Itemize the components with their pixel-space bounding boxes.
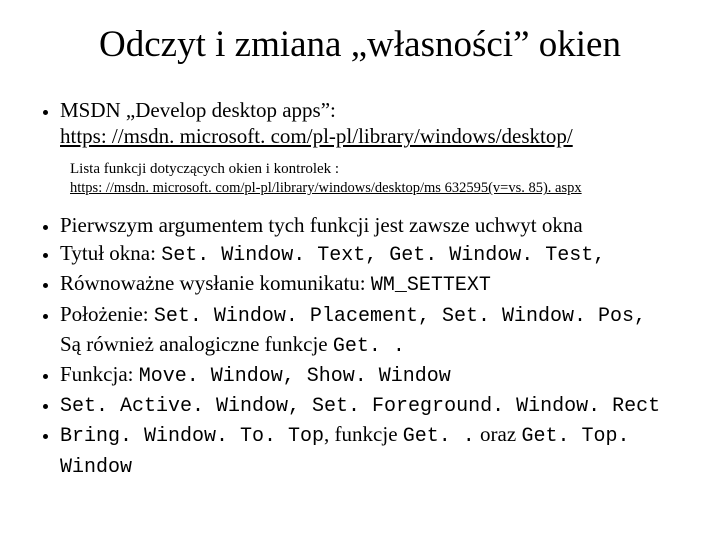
bullet-7-code2: Get. . xyxy=(403,425,475,448)
bullet-5-text: Funkcja: xyxy=(60,362,139,386)
bullet-7: Bring. Window. To. Top, funkcje Get. . o… xyxy=(60,420,686,480)
bullet-4-text2: Są również analogiczne funkcje xyxy=(60,332,333,356)
bullet-4-code2: Get. . xyxy=(333,335,405,358)
bullet-3: Równoważne wysłanie komunikatu: WM_SETTE… xyxy=(60,269,686,299)
bullet-1-text: Pierwszym argumentem tych funkcji jest z… xyxy=(60,213,583,237)
bullet-2: Tytuł okna: Set. Window. Text, Get. Wind… xyxy=(60,239,686,269)
bullet-7-code1: Bring. Window. To. Top xyxy=(60,425,324,448)
bullet-5: Funkcja: Move. Window, Show. Window xyxy=(60,360,686,390)
slide-title: Odczyt i zmiana „własności” okien xyxy=(34,24,686,67)
sub-url[interactable]: https: //msdn. microsoft. com/pl-pl/libr… xyxy=(70,180,582,196)
bullet-4: Położenie: Set. Window. Placement, Set. … xyxy=(60,300,686,360)
bullet-4-text1: Położenie: xyxy=(60,302,154,326)
bullet-3-text: Równoważne wysłanie komunikatu: xyxy=(60,271,371,295)
bullet-7-text2: oraz xyxy=(475,422,522,446)
bullet-list: Pierwszym argumentem tych funkcji jest z… xyxy=(34,211,686,481)
bullet-3-code: WM_SETTEXT xyxy=(371,274,491,297)
bullet-7-text1: , funkcje xyxy=(324,422,403,446)
intro-item: MSDN „Develop desktop apps”: https: //ms… xyxy=(60,97,686,151)
slide: Odczyt i zmiana „własności” okien MSDN „… xyxy=(0,0,720,540)
sub-block: Lista funkcji dotyczących okien i kontro… xyxy=(70,160,686,198)
bullet-2-text: Tytuł okna: xyxy=(60,241,161,265)
bullet-6-code: Set. Active. Window, Set. Foreground. Wi… xyxy=(60,395,660,418)
intro-text: MSDN „Develop desktop apps”: xyxy=(60,98,336,122)
intro-list: MSDN „Develop desktop apps”: https: //ms… xyxy=(34,97,686,151)
sub-text: Lista funkcji dotyczących okien i kontro… xyxy=(70,161,339,177)
bullet-5-code: Move. Window, Show. Window xyxy=(139,365,451,388)
bullet-6: Set. Active. Window, Set. Foreground. Wi… xyxy=(60,390,686,420)
bullet-2-code: Set. Window. Text, Get. Window. Test, xyxy=(161,244,605,267)
bullet-1: Pierwszym argumentem tych funkcji jest z… xyxy=(60,211,686,240)
bullet-4-code1: Set. Window. Placement, Set. Window. Pos… xyxy=(154,305,646,328)
intro-url[interactable]: https: //msdn. microsoft. com/pl-pl/libr… xyxy=(60,124,573,148)
